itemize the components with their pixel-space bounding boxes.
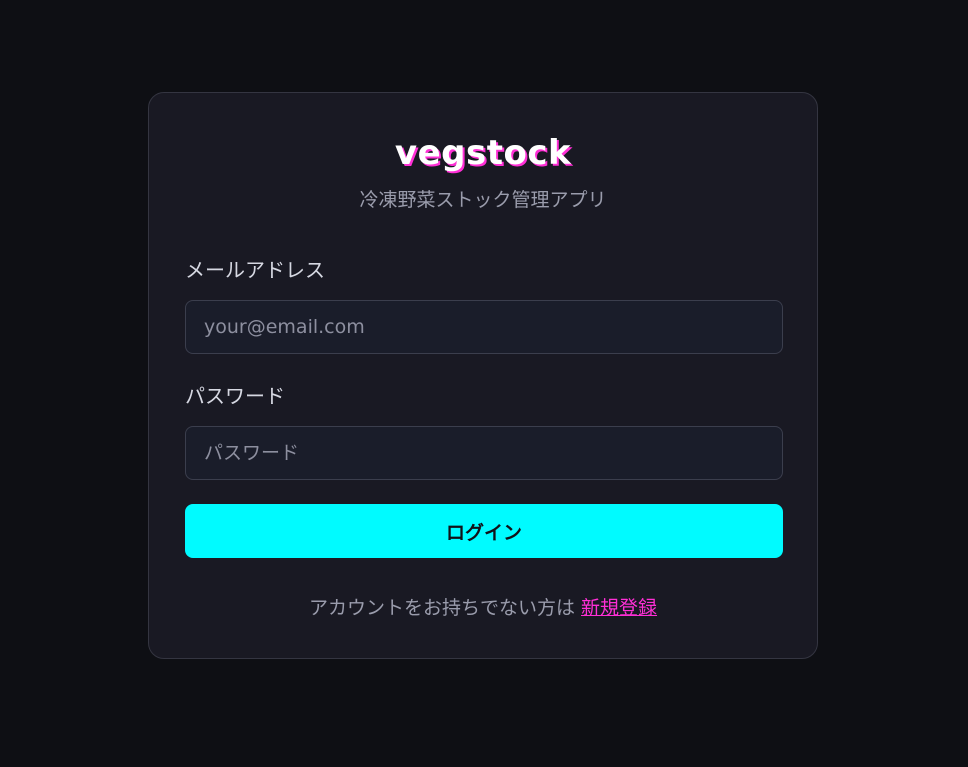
password-field[interactable] — [185, 426, 783, 480]
app-logo: vegstock — [394, 133, 572, 173]
email-field[interactable] — [185, 300, 783, 354]
signup-prompt-text: アカウントをお持ちでない方は — [308, 597, 575, 619]
signup-prompt: アカウントをお持ちでない方は 新規登録 — [149, 595, 817, 621]
signup-link[interactable]: 新規登録 — [581, 597, 657, 619]
password-label: パスワード — [185, 384, 285, 408]
app-subtitle: 冷凍野菜ストック管理アプリ — [359, 189, 607, 211]
email-label: メールアドレス — [185, 258, 325, 282]
login-button[interactable]: ログイン — [185, 504, 783, 558]
login-card: vegstock 冷凍野菜ストック管理アプリ メールアドレス パスワード ログイ… — [148, 92, 818, 659]
